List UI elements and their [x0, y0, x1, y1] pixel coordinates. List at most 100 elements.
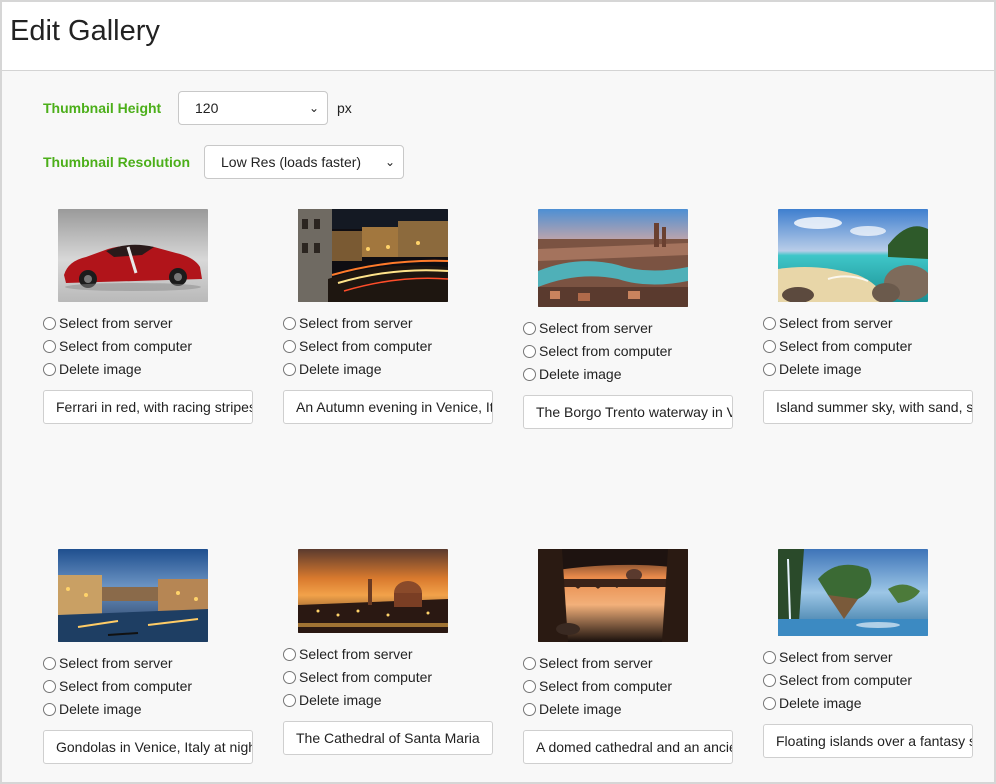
select-from-computer-option[interactable]: Select from computer	[283, 667, 432, 687]
select-from-computer-option[interactable]: Select from computer	[43, 336, 192, 356]
radio-button[interactable]	[763, 673, 776, 687]
radio-button[interactable]	[523, 702, 536, 716]
gallery-thumbnail[interactable]	[58, 549, 208, 642]
radio-button[interactable]	[763, 650, 776, 664]
header-bar: Edit Gallery	[2, 2, 994, 71]
delete-image-option[interactable]: Delete image	[523, 699, 622, 719]
select-from-server-label: Select from server	[779, 649, 893, 665]
select-from-server-option[interactable]: Select from server	[43, 653, 173, 673]
select-from-server-option[interactable]: Select from server	[523, 318, 653, 338]
select-from-server-option[interactable]: Select from server	[763, 647, 893, 667]
select-from-computer-label: Select from computer	[59, 338, 193, 354]
gallery-item: Select from server Select from computer …	[763, 549, 978, 764]
delete-image-option[interactable]: Delete image	[763, 693, 862, 713]
radio-button[interactable]	[523, 321, 536, 335]
select-from-server-label: Select from server	[539, 320, 653, 336]
select-from-computer-option[interactable]: Select from computer	[523, 341, 672, 361]
page-title: Edit Gallery	[10, 15, 160, 47]
radio-button[interactable]	[523, 367, 536, 381]
thumbnail-resolution-label: Thumbnail Resolution	[43, 154, 190, 170]
select-from-server-label: Select from server	[299, 315, 413, 331]
caption-input[interactable]: The Borgo Trento waterway in Verona	[523, 395, 733, 429]
select-from-computer-option[interactable]: Select from computer	[283, 336, 432, 356]
radio-button[interactable]	[43, 339, 56, 353]
gallery-editor: Edit Gallery Thumbnail Height 120 ⌄ px T…	[0, 0, 996, 784]
select-from-computer-option[interactable]: Select from computer	[43, 676, 192, 696]
caption-input[interactable]: The Cathedral of Santa Maria	[283, 721, 493, 755]
caption-input[interactable]: A domed cathedral and an ancient bridge	[523, 730, 733, 764]
radio-button[interactable]	[763, 316, 776, 330]
gallery-item: Select from server Select from computer …	[283, 549, 498, 759]
radio-button[interactable]	[283, 339, 296, 353]
radio-button[interactable]	[43, 362, 56, 376]
select-from-computer-option[interactable]: Select from computer	[763, 670, 912, 690]
gallery-item: Select from server Select from computer …	[43, 549, 258, 769]
select-from-server-option[interactable]: Select from server	[43, 313, 173, 333]
delete-image-option[interactable]: Delete image	[763, 359, 862, 379]
delete-image-label: Delete image	[779, 361, 862, 377]
delete-image-label: Delete image	[539, 701, 622, 717]
radio-button[interactable]	[283, 362, 296, 376]
radio-button[interactable]	[763, 696, 776, 710]
select-from-computer-label: Select from computer	[299, 338, 433, 354]
radio-button[interactable]	[43, 679, 56, 693]
gallery-thumbnail[interactable]	[298, 549, 448, 633]
caption-input[interactable]: Gondolas in Venice, Italy at night	[43, 730, 253, 764]
select-from-server-option[interactable]: Select from server	[283, 644, 413, 664]
gallery-thumbnail[interactable]	[778, 549, 928, 636]
caption-input[interactable]: Island summer sky, with sand, sea and ro…	[763, 390, 973, 424]
delete-image-label: Delete image	[59, 701, 142, 717]
gallery-thumbnail[interactable]	[58, 209, 208, 302]
thumbnail-height-value: 120	[195, 100, 219, 116]
select-from-computer-label: Select from computer	[779, 338, 913, 354]
radio-button[interactable]	[523, 344, 536, 358]
select-from-server-option[interactable]: Select from server	[763, 313, 893, 333]
delete-image-label: Delete image	[59, 361, 142, 377]
select-from-computer-label: Select from computer	[539, 678, 673, 694]
select-from-computer-option[interactable]: Select from computer	[523, 676, 672, 696]
thumbnail-resolution-value: Low Res (loads faster)	[221, 154, 362, 170]
delete-image-option[interactable]: Delete image	[43, 699, 142, 719]
radio-button[interactable]	[43, 702, 56, 716]
radio-button[interactable]	[43, 316, 56, 330]
chevron-down-icon: ⌄	[308, 101, 319, 115]
delete-image-option[interactable]: Delete image	[283, 690, 382, 710]
radio-button[interactable]	[763, 339, 776, 353]
gallery-item: Select from server Select from computer …	[43, 209, 258, 429]
select-from-server-label: Select from server	[779, 315, 893, 331]
select-from-server-option[interactable]: Select from server	[523, 653, 653, 673]
select-from-computer-option[interactable]: Select from computer	[763, 336, 912, 356]
delete-image-label: Delete image	[299, 692, 382, 708]
select-from-computer-label: Select from computer	[299, 669, 433, 685]
delete-image-option[interactable]: Delete image	[43, 359, 142, 379]
gallery-item: Select from server Select from computer …	[523, 549, 738, 769]
delete-image-label: Delete image	[539, 366, 622, 382]
caption-input[interactable]: Floating islands over a fantasy sea	[763, 724, 973, 758]
thumbnail-height-select[interactable]: 120 ⌄	[178, 91, 328, 125]
radio-button[interactable]	[763, 362, 776, 376]
radio-button[interactable]	[283, 647, 296, 661]
gallery-thumbnail[interactable]	[538, 209, 688, 307]
radio-button[interactable]	[43, 656, 56, 670]
select-from-server-option[interactable]: Select from server	[283, 313, 413, 333]
delete-image-option[interactable]: Delete image	[523, 364, 622, 384]
thumbnail-height-label: Thumbnail Height	[43, 100, 162, 116]
delete-image-label: Delete image	[299, 361, 382, 377]
caption-input[interactable]: An Autumn evening in Venice, Italy	[283, 390, 493, 424]
radio-button[interactable]	[283, 693, 296, 707]
select-from-server-label: Select from server	[299, 646, 413, 662]
caption-input[interactable]: Ferrari in red, with racing stripes	[43, 390, 253, 424]
delete-image-option[interactable]: Delete image	[283, 359, 382, 379]
thumbnail-resolution-select[interactable]: Low Res (loads faster) ⌄	[204, 145, 404, 179]
gallery-thumbnail[interactable]	[778, 209, 928, 302]
gallery-item: Select from server Select from computer …	[763, 209, 978, 429]
radio-button[interactable]	[283, 670, 296, 684]
radio-button[interactable]	[523, 656, 536, 670]
gallery-thumbnail[interactable]	[298, 209, 448, 302]
radio-button[interactable]	[523, 679, 536, 693]
select-from-server-label: Select from server	[59, 315, 173, 331]
radio-button[interactable]	[283, 316, 296, 330]
gallery-thumbnail[interactable]	[538, 549, 688, 642]
select-from-computer-label: Select from computer	[59, 678, 193, 694]
thumbnail-height-unit: px	[337, 100, 352, 116]
